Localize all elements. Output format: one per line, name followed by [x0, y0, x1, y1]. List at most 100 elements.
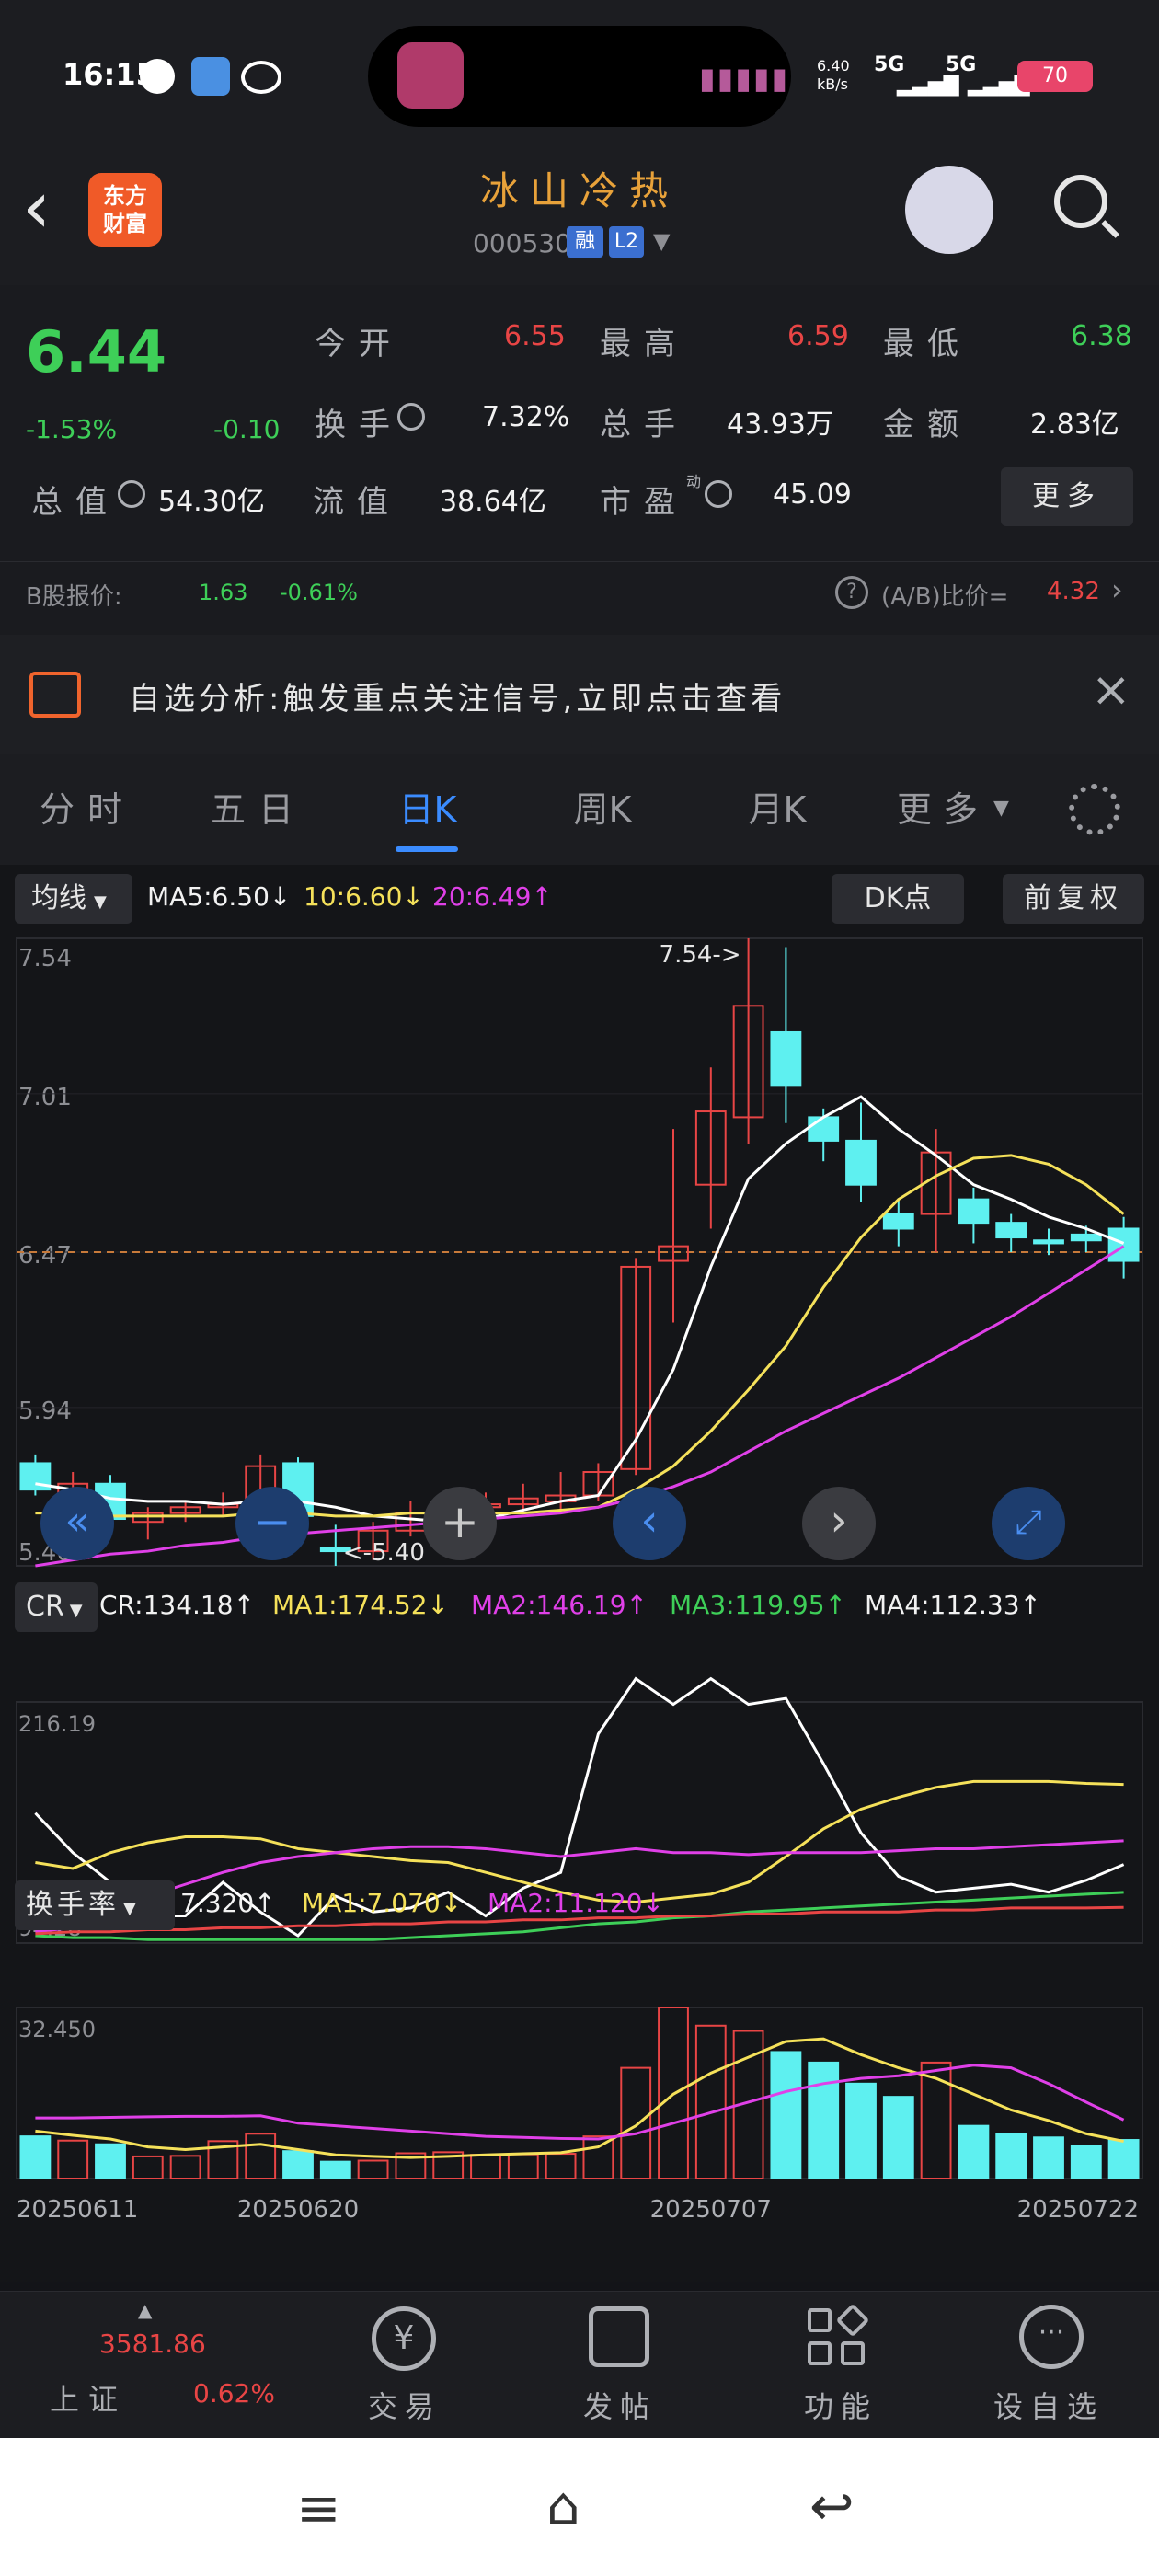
- tab-five-day[interactable]: 五日: [180, 754, 337, 865]
- tab-monthly-k[interactable]: 月K: [699, 754, 855, 865]
- candle-down: [1070, 1233, 1102, 1242]
- zoom-in-icon[interactable]: +: [423, 1487, 497, 1560]
- turnover-bar: [132, 2155, 164, 2179]
- search-icon-handle: [1101, 220, 1119, 238]
- turnover-bar: [808, 2061, 840, 2180]
- last-price: 6.44: [26, 318, 166, 385]
- volume-value: 43.93万: [727, 408, 833, 441]
- ma20-line: [35, 1245, 1125, 1568]
- post-icon[interactable]: [589, 2306, 649, 2367]
- hs-selector-label: 换手率: [26, 1889, 120, 1921]
- turnover-bar: [19, 2135, 52, 2180]
- bshare-price: 1.63: [199, 580, 248, 605]
- hs-readout: 7.320↑: [180, 1888, 276, 1918]
- turnover-bar: [620, 2066, 652, 2180]
- music-cover-icon: [397, 42, 464, 109]
- mcap-info-icon[interactable]: [118, 480, 145, 508]
- status-bar: 16:15 ▮▮▮▮▮ 6.40 kB/s 5G ▂▃▅▇ 5G ▂▃▅▇ 70: [0, 0, 1159, 156]
- robot-assistant-icon[interactable]: [905, 166, 993, 254]
- active-tab-indicator: [396, 846, 458, 852]
- code-dropdown-icon[interactable]: ▼: [653, 228, 670, 254]
- tab-intraday[interactable]: 分时: [9, 754, 166, 865]
- help-icon[interactable]: ?: [835, 576, 868, 609]
- float-value: 38.64亿: [440, 486, 546, 518]
- index-pct[interactable]: 0.62%: [193, 2378, 275, 2409]
- kline-chart-svg[interactable]: 7.547.016.475.945.407.54-><-5.40216.1994…: [0, 931, 1159, 2247]
- adjust-button[interactable]: 前复权: [1003, 874, 1144, 924]
- logo-line1: 东方: [103, 183, 147, 209]
- turnover-bar: [282, 2150, 314, 2179]
- search-icon[interactable]: [1054, 175, 1107, 228]
- menu-icon[interactable]: ≡: [296, 2477, 341, 2539]
- divider: [0, 561, 1159, 562]
- turnover-bar: [1033, 2136, 1064, 2180]
- cr-ma3-readout: MA3:119.95↑: [670, 1590, 847, 1620]
- index-name[interactable]: 上证: [50, 2376, 127, 2419]
- candle-down: [995, 1222, 1027, 1239]
- amount-label: 金额: [883, 407, 971, 443]
- cr-ma1-readout: MA1:174.52↓: [272, 1590, 450, 1620]
- zoom-out-icon[interactable]: −: [235, 1487, 309, 1560]
- indicator-selector-turnover[interactable]: 换手率 ▼: [15, 1880, 175, 1930]
- change-abs: -0.10: [213, 414, 281, 444]
- watchlist-notice[interactable]: 自选分析:触发重点关注信号,立即点击查看 ×: [0, 635, 1159, 754]
- indicator-selector-cr[interactable]: CR ▼: [15, 1582, 98, 1632]
- notice-text[interactable]: 自选分析:触发重点关注信号,立即点击查看: [129, 673, 786, 719]
- indicator-selector-ma[interactable]: 均线 ▼: [15, 874, 132, 924]
- ma5-line: [35, 1095, 1125, 1524]
- back-nav-icon[interactable]: ↩: [809, 2475, 855, 2537]
- low-label: 最低: [883, 326, 971, 362]
- dropdown-icon: ▼: [123, 1899, 140, 1918]
- home-icon[interactable]: ⌂: [546, 2475, 580, 2537]
- cr-tick-label: 216.19: [18, 1711, 96, 1737]
- candle-down: [1033, 1239, 1064, 1245]
- speaker-icon: [29, 672, 81, 718]
- high-value: 6.59: [787, 320, 849, 352]
- post-label[interactable]: 发帖: [583, 2384, 657, 2426]
- rewind-icon[interactable]: «: [40, 1487, 114, 1560]
- cr-ma4-readout: MA4:112.33↑: [865, 1590, 1042, 1620]
- eastmoney-logo[interactable]: 东方 财富: [88, 173, 162, 247]
- tab-more-dropdown-icon[interactable]: ▼: [993, 797, 1009, 820]
- x-date-label: 20250611: [17, 2196, 138, 2224]
- back-icon[interactable]: ‹: [22, 171, 51, 245]
- net-unit: kB/s: [817, 75, 848, 93]
- change-pct: -1.53%: [26, 414, 118, 444]
- x-date-label: 20250707: [650, 2196, 772, 2224]
- turnover-bar: [507, 2153, 539, 2180]
- prev-icon[interactable]: ‹: [613, 1487, 686, 1560]
- pe-label: 市盈: [600, 484, 688, 521]
- chevron-right-icon[interactable]: ›: [1111, 572, 1123, 607]
- ma10-readout: 10:6.60↓: [304, 881, 424, 912]
- turnover-bar: [920, 2061, 952, 2180]
- gear-icon[interactable]: [1069, 784, 1120, 835]
- kline-chart-area[interactable]: 均线 ▼ MA5:6.50↓ 10:6.60↓ 20:6.49↑ DK点 前复权 …: [0, 865, 1159, 2282]
- trade-label[interactable]: 交易: [368, 2384, 442, 2426]
- hs-value: 7.320: [180, 1888, 255, 1918]
- bottom-toolbar: ▲ 3581.86 上证 0.62% ¥ 交易 发帖 功能 ··· 设自选: [0, 2291, 1159, 2439]
- turnover-info-icon[interactable]: [397, 403, 425, 431]
- function-label[interactable]: 功能: [804, 2384, 878, 2426]
- more-button[interactable]: 更多: [1001, 467, 1133, 526]
- tab-weekly-k[interactable]: 周K: [524, 754, 681, 865]
- add-watchlist-icon[interactable]: ···: [1019, 2305, 1084, 2369]
- turnover-tick-label: 32.450: [18, 2017, 96, 2042]
- pe-info-icon[interactable]: [705, 480, 732, 508]
- grid-cell: [808, 2308, 832, 2332]
- trade-icon[interactable]: ¥: [372, 2306, 436, 2371]
- ma5-value: MA5:6.50: [147, 881, 270, 912]
- index-value[interactable]: 3581.86: [99, 2329, 206, 2359]
- ab-ratio-label: (A/B)比价=: [881, 583, 1009, 611]
- cr-ma1-value: MA1:174.52: [272, 1590, 428, 1620]
- close-icon[interactable]: ×: [1091, 662, 1131, 718]
- turnover-bar: [169, 2155, 201, 2180]
- turnover-bar: [57, 2139, 89, 2179]
- dk-point-button[interactable]: DK点: [832, 874, 964, 924]
- hs-ma2-value: MA2:11.120: [488, 1888, 643, 1918]
- next-icon[interactable]: ›: [802, 1487, 876, 1560]
- fullscreen-icon[interactable]: ⤢: [992, 1487, 1065, 1560]
- tab-more[interactable]: 更多: [874, 754, 1012, 865]
- cr-ma2-readout: MA2:146.19↑: [471, 1590, 648, 1620]
- add-watchlist-label[interactable]: 设自选: [993, 2384, 1104, 2426]
- function-icon[interactable]: [808, 2303, 870, 2367]
